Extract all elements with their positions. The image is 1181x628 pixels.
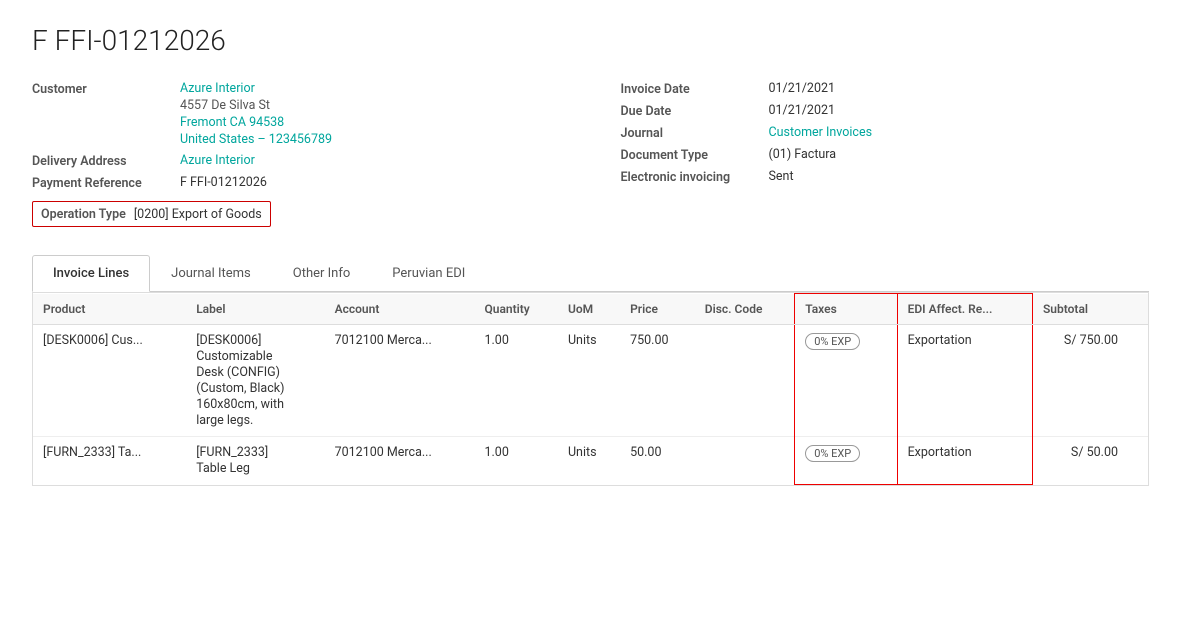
payment-value: F FFI-01212026 <box>180 175 267 190</box>
payment-row: Payment Reference F FFI-01212026 <box>32 175 561 191</box>
row1-subtotal: S/ 750.00 <box>1032 325 1128 437</box>
row1-account: 7012100 Merca... <box>325 325 475 437</box>
invoice-date-label: Invoice Date <box>621 81 761 97</box>
invoice-date-row: Invoice Date 01/21/2021 <box>621 81 1150 97</box>
row2-product: [FURN_2333] Ta... <box>33 437 186 485</box>
customer-address3: United States – 123456789 <box>180 132 332 147</box>
tax-badge-2[interactable]: 0% EXP <box>805 445 860 462</box>
table-row: [DESK0006] Cus... [DESK0006] Customizabl… <box>33 325 1148 437</box>
einvoicing-row: Electronic invoicing Sent <box>621 169 1150 185</box>
form-left: Customer Azure Interior 4557 De Silva St… <box>32 81 561 227</box>
row2-disc-code <box>695 437 795 485</box>
row2-account: 7012100 Merca... <box>325 437 475 485</box>
invoice-date-value: 01/21/2021 <box>769 81 836 96</box>
due-date-label: Due Date <box>621 103 761 119</box>
journal-row: Journal Customer Invoices <box>621 125 1150 141</box>
row1-price: 750.00 <box>620 325 695 437</box>
form-section: Customer Azure Interior 4557 De Silva St… <box>32 81 1149 227</box>
payment-label: Payment Reference <box>32 175 172 191</box>
tab-peruvian-edi[interactable]: Peruvian EDI <box>371 255 486 292</box>
col-taxes: Taxes <box>795 294 897 325</box>
customer-row: Customer Azure Interior 4557 De Silva St… <box>32 81 561 147</box>
row1-taxes: 0% EXP <box>795 325 897 437</box>
col-disc-code: Disc. Code <box>695 294 795 325</box>
einvoicing-label: Electronic invoicing <box>621 169 761 185</box>
delivery-row: Delivery Address Azure Interior <box>32 153 561 169</box>
delivery-label: Delivery Address <box>32 153 172 169</box>
row2-taxes: 0% EXP <box>795 437 897 485</box>
tab-other-info[interactable]: Other Info <box>272 255 372 292</box>
doc-type-label: Document Type <box>621 147 761 163</box>
row2-edi-affect: Exportation <box>897 437 1032 485</box>
col-subtotal: Subtotal <box>1032 294 1128 325</box>
row1-label: [DESK0006] Customizable Desk (CONFIG) (C… <box>186 325 324 437</box>
due-date-value: 01/21/2021 <box>769 103 836 118</box>
row2-price: 50.00 <box>620 437 695 485</box>
customer-address2: Fremont CA 94538 <box>180 115 332 130</box>
col-edi-affect: EDI Affect. Re... <box>897 294 1032 325</box>
tab-journal-items[interactable]: Journal Items <box>150 255 272 292</box>
customer-value: Azure Interior 4557 De Silva St Fremont … <box>180 81 332 147</box>
row2-subtotal: S/ 50.00 <box>1032 437 1128 485</box>
col-account: Account <box>325 294 475 325</box>
operation-type-row: Operation Type [0200] Export of Goods <box>32 201 271 227</box>
row1-quantity: 1.00 <box>474 325 557 437</box>
row1-disc-code <box>695 325 795 437</box>
operation-type-label: Operation Type <box>41 206 126 222</box>
einvoicing-value: Sent <box>769 169 794 184</box>
row2-uom: Units <box>558 437 620 485</box>
row1-uom: Units <box>558 325 620 437</box>
page-title: F FFI-01212026 <box>32 24 1149 57</box>
doc-type-value: (01) Factura <box>769 147 837 162</box>
row1-action <box>1128 325 1148 437</box>
delivery-value[interactable]: Azure Interior <box>180 153 255 168</box>
operation-type-value: [0200] Export of Goods <box>134 207 262 222</box>
tax-badge-1[interactable]: 0% EXP <box>805 333 860 350</box>
col-quantity: Quantity <box>474 294 557 325</box>
col-actions <box>1128 294 1148 325</box>
form-right: Invoice Date 01/21/2021 Due Date 01/21/2… <box>621 81 1150 227</box>
row2-label: [FURN_2333] Table Leg <box>186 437 324 485</box>
journal-value[interactable]: Customer Invoices <box>769 125 873 140</box>
tab-invoice-lines[interactable]: Invoice Lines <box>32 255 150 292</box>
doc-type-row: Document Type (01) Factura <box>621 147 1150 163</box>
col-label: Label <box>186 294 324 325</box>
table-row: [FURN_2333] Ta... [FURN_2333] Table Leg … <box>33 437 1148 485</box>
col-uom: UoM <box>558 294 620 325</box>
customer-label: Customer <box>32 81 172 97</box>
row1-product: [DESK0006] Cus... <box>33 325 186 437</box>
row2-action <box>1128 437 1148 485</box>
col-product: Product <box>33 294 186 325</box>
customer-name[interactable]: Azure Interior <box>180 81 332 96</box>
row2-quantity: 1.00 <box>474 437 557 485</box>
journal-label: Journal <box>621 125 761 141</box>
tabs: Invoice Lines Journal Items Other Info P… <box>32 255 1149 292</box>
row1-edi-affect: Exportation <box>897 325 1032 437</box>
invoice-lines-table: Product Label Account Quantity UoM Price… <box>32 292 1149 486</box>
customer-address1: 4557 De Silva St <box>180 98 332 113</box>
table-header-row: Product Label Account Quantity UoM Price… <box>33 294 1148 325</box>
col-price: Price <box>620 294 695 325</box>
due-date-row: Due Date 01/21/2021 <box>621 103 1150 119</box>
